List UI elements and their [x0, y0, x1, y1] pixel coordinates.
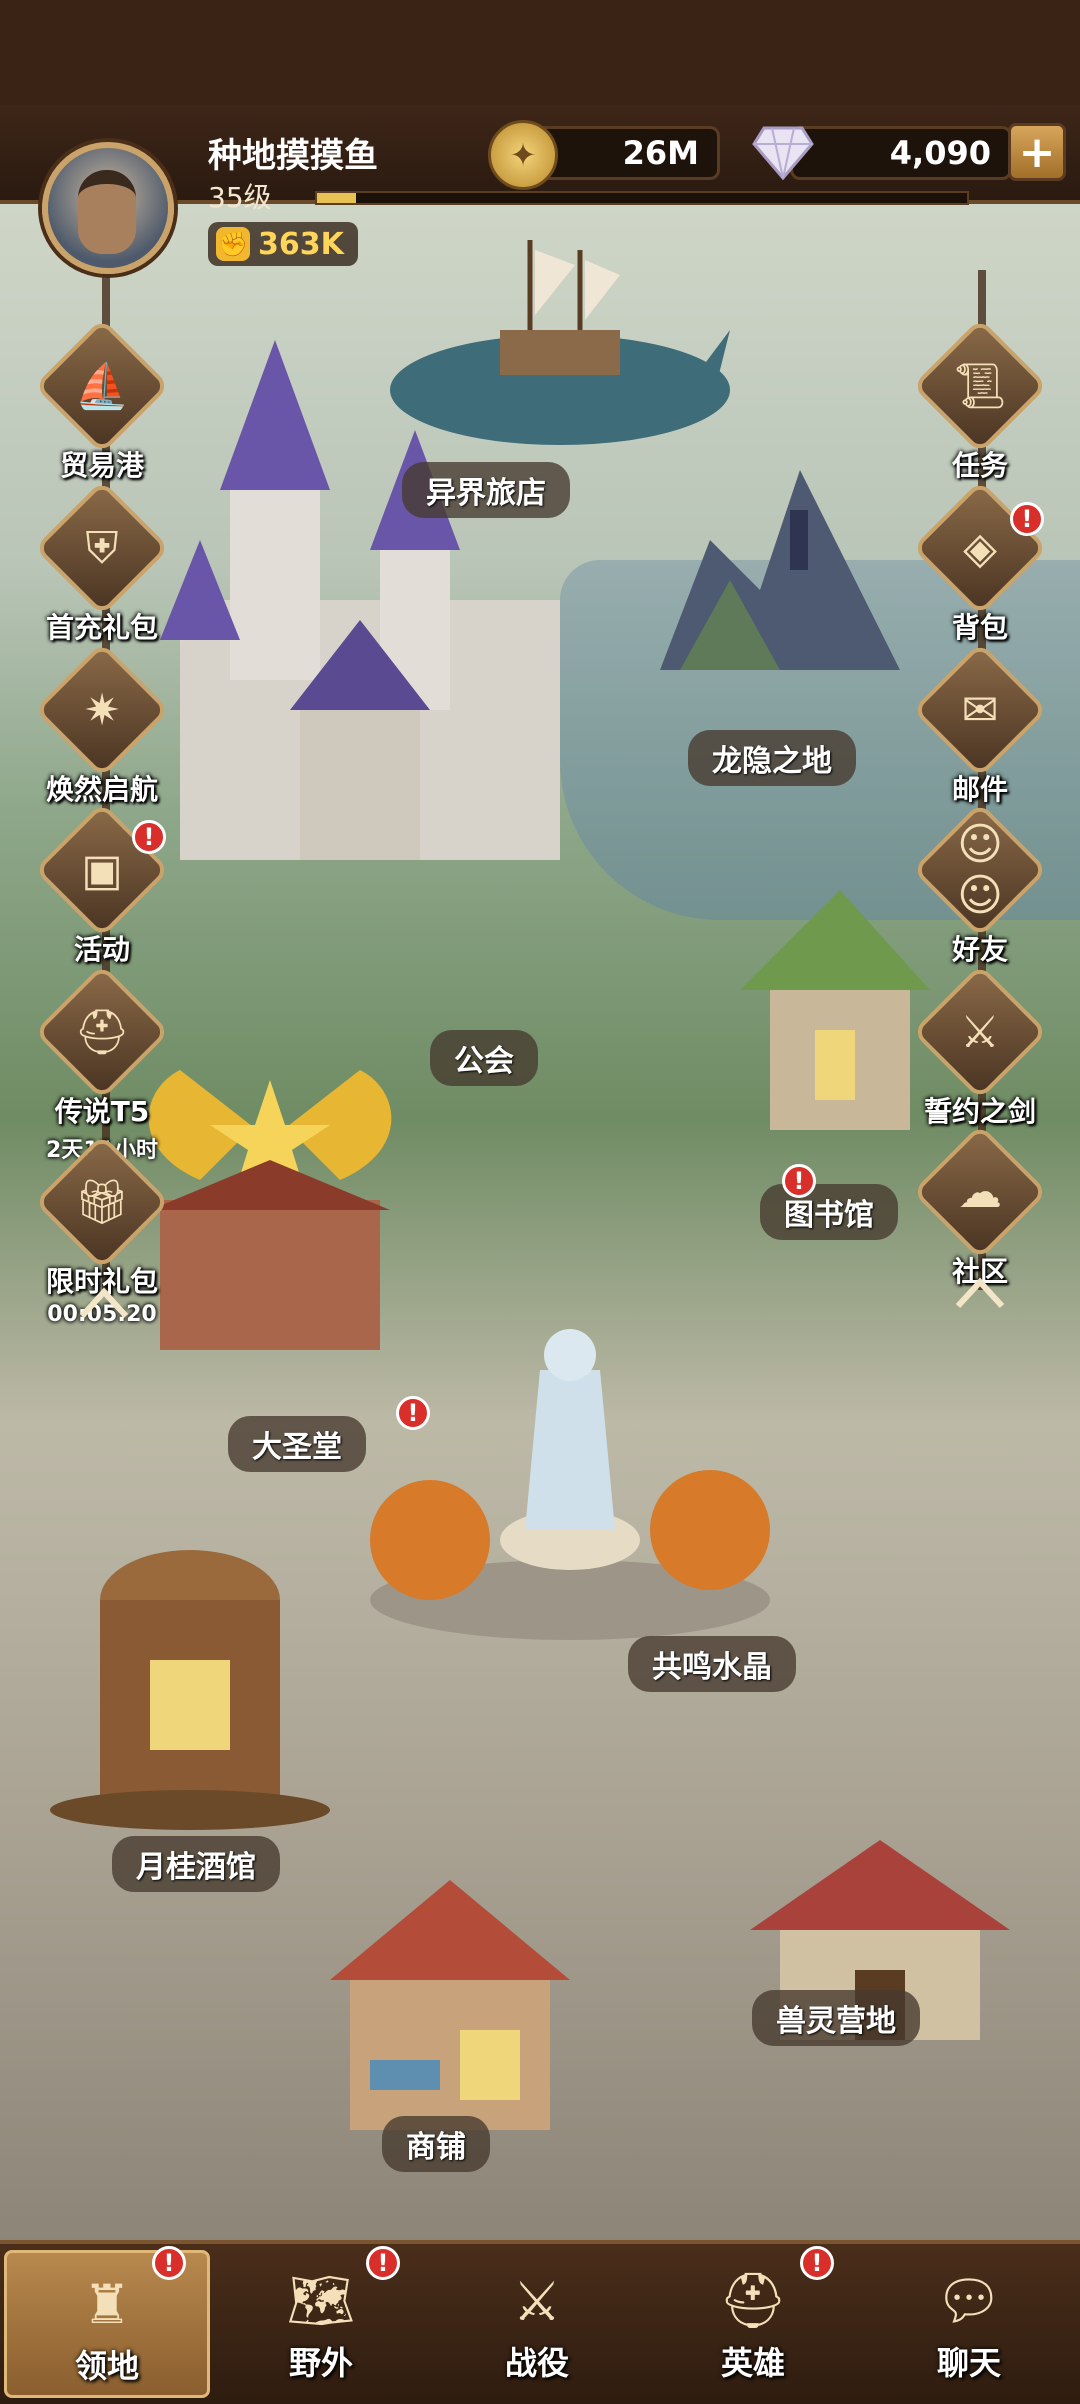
shield-icon: ⛨ [85, 522, 119, 574]
menu-label: 背包 [951, 611, 1008, 644]
combat-power-value: 363K [258, 226, 344, 262]
scroll-icon: 📜︎ [952, 361, 1008, 412]
library-art [740, 890, 930, 1130]
library-notification-badge: ! [782, 1164, 816, 1198]
dragon-island-art [660, 470, 900, 670]
resonance-crystal-art [370, 1329, 770, 1640]
left-menu-collapse-chevron-icon[interactable] [74, 1282, 134, 1322]
gold-coin-icon: ✦ [488, 120, 558, 190]
status-bar-area [0, 0, 1080, 105]
diamond-icon [752, 126, 814, 180]
territory-notification-badge: ! [152, 2246, 186, 2280]
hero-helmet-icon: ⛑ [718, 2269, 788, 2332]
friends-icon: ☺☺ [957, 819, 1003, 921]
menu-label: 贸易港 [59, 449, 144, 482]
cathedral-notification-badge: ! [396, 1396, 430, 1430]
resonance-crystal-label[interactable]: 共鸣水晶 [628, 1636, 796, 1692]
right-menu-item-quests[interactable]: 📜︎ 任务 [910, 318, 1050, 482]
avatar-portrait [78, 170, 136, 254]
player-level: 35级 [208, 181, 272, 214]
right-menu-collapse-chevron-icon[interactable] [950, 1272, 1010, 1312]
nav-tab-chat[interactable]: 💬︎ 聊天 [866, 2250, 1072, 2398]
beast-camp-label[interactable]: 兽灵营地 [752, 1990, 920, 2046]
left-menu-item-legend-t5[interactable]: ⛑ 传说T5 2天11小时 [32, 964, 172, 1163]
wilderness-notification-badge: ! [366, 2246, 400, 2280]
add-diamonds-button[interactable]: + [1008, 123, 1066, 181]
menu-label: 任务 [951, 449, 1008, 482]
menu-label: 好友 [951, 933, 1008, 966]
player-avatar[interactable] [42, 142, 174, 274]
star-banner-icon: ✷ [83, 684, 121, 736]
community-icon: ☁ [958, 1166, 1002, 1218]
nav-label: 聊天 [936, 2344, 1001, 2382]
backpack-notification-badge: ! [1010, 502, 1044, 536]
left-menu-item-trade-port[interactable]: ⛵ 贸易港 [32, 318, 172, 482]
battle-icon: ⚔ [512, 2269, 562, 2333]
combat-power[interactable]: ✊ 363K [208, 222, 358, 266]
nav-label: 英雄 [720, 2344, 785, 2382]
right-menu-item-oath-sword[interactable]: ⚔ 誓约之剑 [910, 964, 1050, 1128]
right-menu-item-friends[interactable]: ☺☺ 好友 [910, 802, 1050, 966]
gift-icon: 🎁︎ [74, 1177, 130, 1228]
sword-icon: ⚔ [960, 1006, 1000, 1058]
castle-icon: ♜ [82, 2272, 132, 2336]
chat-icon: 💬︎ [934, 2269, 1004, 2332]
right-menu-item-community[interactable]: ☁ 社区 [910, 1124, 1050, 1288]
map-icon: 🗺︎ [286, 2269, 356, 2332]
fist-icon: ✊ [216, 227, 250, 261]
xp-bar [315, 191, 969, 205]
guild-label[interactable]: 公会 [430, 1030, 538, 1086]
guild-castle-art [160, 340, 560, 860]
otherworld-inn-label[interactable]: 异界旅店 [402, 462, 570, 518]
menu-label: 传说T5 [54, 1095, 150, 1128]
cathedral-label[interactable]: 大圣堂 [228, 1416, 366, 1472]
diamond-value: 4,090 [889, 134, 991, 172]
menu-label: 邮件 [951, 773, 1008, 806]
shop-art [330, 1880, 570, 2130]
nav-label: 领地 [74, 2347, 139, 2385]
menu-label: 誓约之剑 [923, 1095, 1036, 1128]
events-notification-badge: ! [132, 820, 166, 854]
tavern-label[interactable]: 月桂酒馆 [112, 1836, 280, 1892]
menu-label: 焕然启航 [45, 773, 158, 806]
nav-tab-campaign[interactable]: ⚔ 战役 [434, 2250, 640, 2398]
diamond-counter[interactable]: 4,090 [790, 126, 1012, 180]
dragon-land-label[interactable]: 龙隐之地 [688, 730, 856, 786]
menu-label: 活动 [73, 933, 130, 966]
library-label[interactable]: 图书馆 [760, 1184, 898, 1240]
shop-label[interactable]: 商铺 [382, 2116, 490, 2172]
tavern-art [50, 1550, 330, 1830]
nav-label: 野外 [288, 2344, 353, 2382]
left-menu-item-first-recharge[interactable]: ⛨ 首充礼包 [32, 480, 172, 644]
ship-icon: ⛵ [74, 361, 130, 412]
gold-counter[interactable]: 26M [530, 126, 720, 180]
mail-icon: ✉ [961, 684, 999, 736]
right-menu-item-mail[interactable]: ✉ 邮件 [910, 642, 1050, 806]
heroes-notification-badge: ! [800, 2246, 834, 2280]
player-name: 种地摸摸鱼 [208, 136, 378, 176]
gold-value: 26M [622, 134, 699, 172]
menu-label: 首充礼包 [45, 611, 158, 644]
xp-bar-fill [317, 193, 356, 203]
helmet-icon: ⛑ [74, 1007, 130, 1058]
nav-label: 战役 [504, 2344, 569, 2382]
left-menu-item-voyage[interactable]: ✷ 焕然启航 [32, 642, 172, 806]
left-menu-item-limited-gift[interactable]: 🎁︎ 限时礼包 00:05:20 [32, 1134, 172, 1327]
